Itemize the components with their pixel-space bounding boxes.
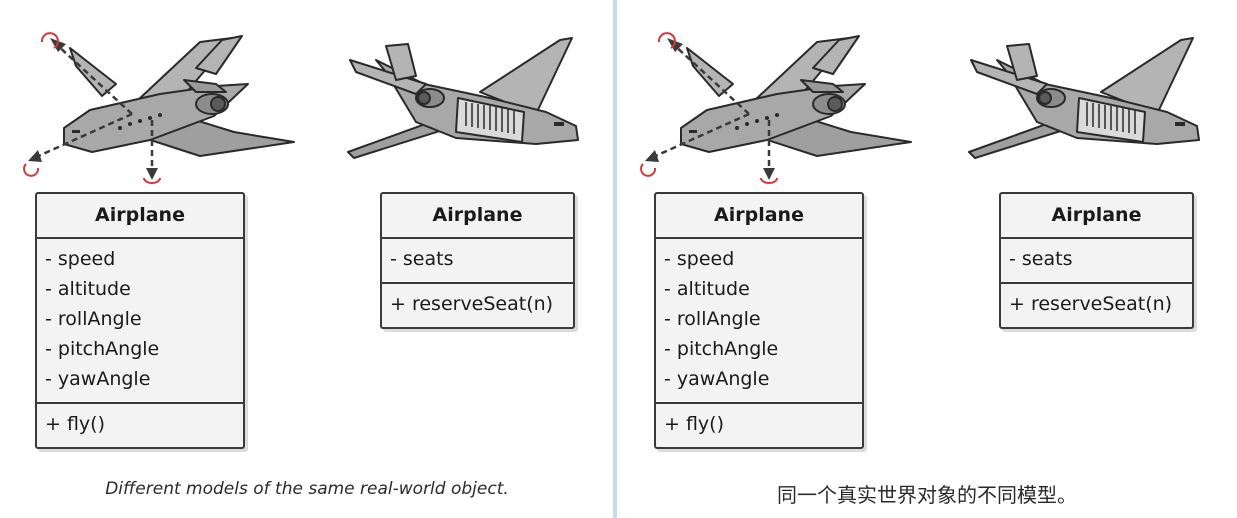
class-name: Airplane (1051, 204, 1142, 226)
method-reserve-seat: + reserveSeat(n) (390, 293, 554, 315)
field-seats: - seats (390, 248, 454, 270)
fields-section: - seats (1001, 237, 1192, 282)
figure-caption: 同一个真实世界对象的不同模型。 (777, 483, 1077, 507)
methods-section: + reserveSeat(n) (1001, 282, 1192, 319)
english-panel: Airplane - speed - altitude - rollAngle … (0, 0, 614, 518)
field-yaw-angle: - yawAngle (664, 368, 770, 390)
chinese-panel: Airplane - speed - altitude - rollAngle … (617, 0, 1237, 518)
airplane-flight-model-class: Airplane - speed - altitude - rollAngle … (35, 192, 245, 449)
field-yaw-angle: - yawAngle (45, 368, 151, 390)
field-altitude: - altitude (664, 278, 750, 300)
airplane-flight-model-class: Airplane - speed - altitude - rollAngle … (654, 192, 864, 449)
field-seats: - seats (1009, 248, 1073, 270)
fields-section: - seats (382, 237, 573, 282)
airplane-cabin-cutaway-icon (347, 37, 579, 159)
method-fly: + fly() (664, 413, 724, 435)
field-speed: - speed (664, 248, 735, 270)
airplane-flight-axes-icon (23, 32, 295, 184)
field-pitch-angle: - pitchAngle (664, 338, 779, 360)
class-name: Airplane (432, 204, 523, 226)
field-pitch-angle: - pitchAngle (45, 338, 160, 360)
airplane-cabin-cutaway-icon (968, 37, 1200, 159)
class-name: Airplane (714, 204, 804, 226)
field-altitude: - altitude (45, 278, 131, 300)
methods-section: + fly() (37, 402, 243, 439)
field-roll-angle: - rollAngle (45, 308, 142, 330)
method-reserve-seat: + reserveSeat(n) (1009, 293, 1173, 315)
methods-section: + fly() (656, 402, 862, 439)
methods-section: + reserveSeat(n) (382, 282, 573, 319)
field-speed: - speed (45, 248, 116, 270)
figure-caption: Different models of the same real-world … (105, 479, 509, 499)
fields-section: - speed - altitude - rollAngle - pitchAn… (656, 237, 862, 402)
airplane-booking-model-class: Airplane - seats + reserveSeat(n) (999, 192, 1194, 329)
airplane-booking-model-class: Airplane - seats + reserveSeat(n) (380, 192, 575, 329)
class-name: Airplane (95, 204, 185, 226)
method-fly: + fly() (45, 413, 105, 435)
field-roll-angle: - rollAngle (664, 308, 761, 330)
airplane-flight-axes-icon (640, 32, 912, 184)
fields-section: - speed - altitude - rollAngle - pitchAn… (37, 237, 243, 402)
